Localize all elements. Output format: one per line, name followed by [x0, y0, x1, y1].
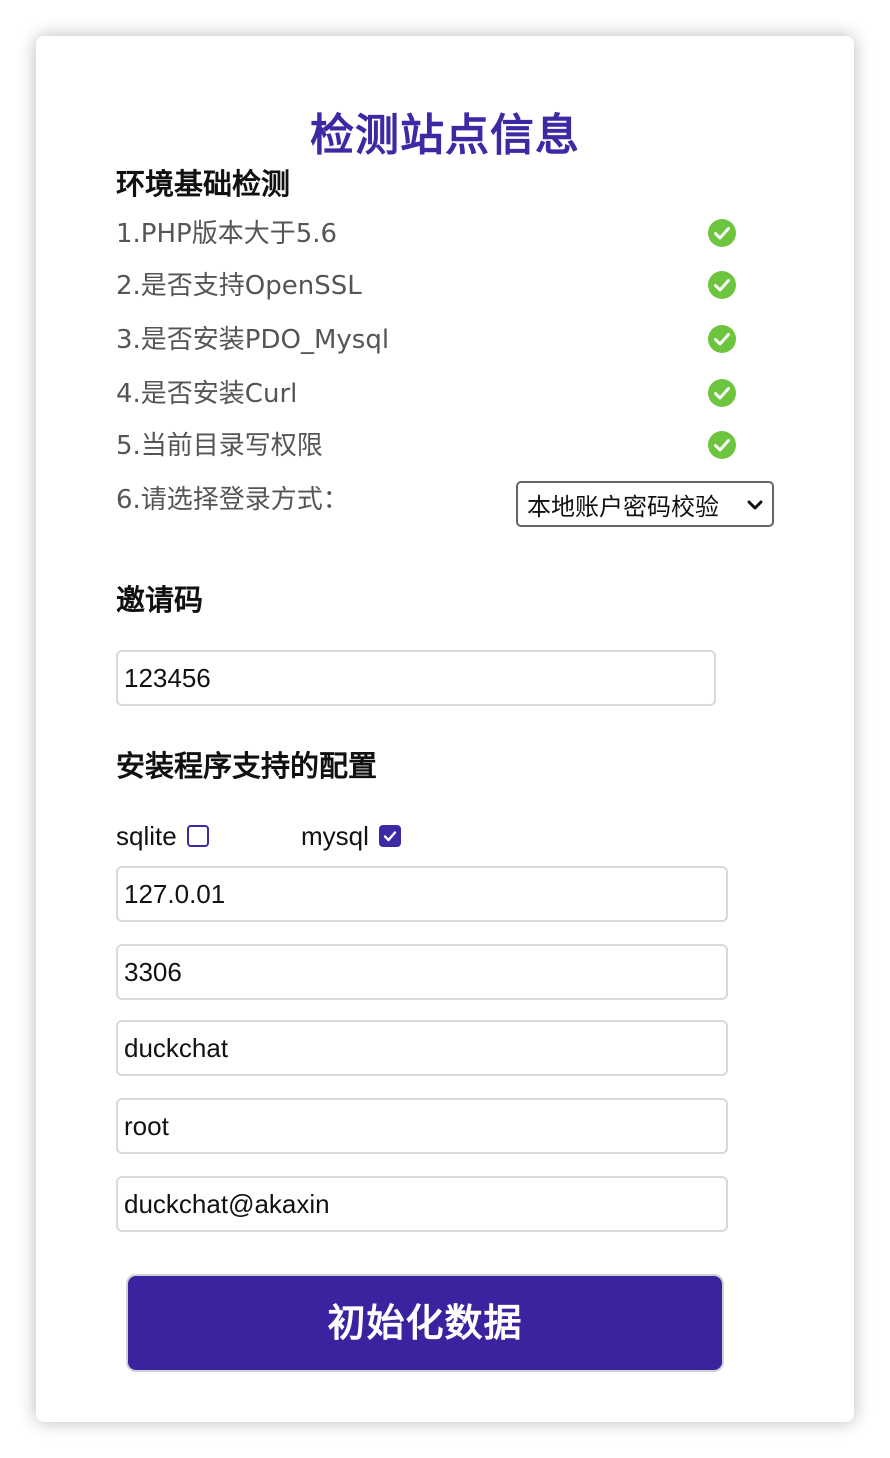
invite-code-input[interactable] [116, 650, 716, 706]
checkmark-icon [383, 831, 397, 842]
db-password-input[interactable] [116, 1176, 728, 1232]
login-method-selected-value: 本地账户密码校验 [527, 492, 719, 521]
db-option-label: mysql [301, 821, 369, 851]
env-check-heading: 环境基础检测 [116, 167, 291, 201]
env-check-row: 4.是否安装Curl [116, 374, 736, 414]
login-method-select[interactable]: 本地账户密码校验 [516, 481, 774, 527]
db-user-input[interactable] [116, 1098, 728, 1154]
env-check-row: 5.当前目录写权限 [116, 426, 736, 466]
db-host-input[interactable] [116, 866, 728, 922]
db-config-heading: 安装程序支持的配置 [116, 749, 378, 783]
env-check-label: 4.是否安装Curl [116, 379, 298, 409]
install-card: 检测站点信息 环境基础检测 1.PHP版本大于5.6 2.是否支持OpenSSL… [36, 36, 854, 1422]
env-check-label: 5.当前目录写权限 [116, 431, 323, 461]
env-check-row: 1.PHP版本大于5.6 [116, 214, 736, 254]
check-circle-icon [708, 325, 736, 353]
check-circle-icon [708, 271, 736, 299]
env-check-label: 1.PHP版本大于5.6 [116, 219, 338, 249]
init-data-button[interactable]: 初始化数据 [126, 1274, 724, 1372]
check-circle-icon [708, 431, 736, 459]
db-option-mysql[interactable]: mysql [301, 818, 401, 854]
check-circle-icon [708, 379, 736, 407]
sqlite-checkbox[interactable] [186, 825, 209, 847]
check-circle-icon [708, 219, 736, 247]
env-check-row: 3.是否安装PDO_Mysql [116, 320, 736, 360]
mysql-checkbox[interactable] [378, 825, 401, 847]
env-check-label: 2.是否支持OpenSSL [116, 271, 362, 301]
db-port-input[interactable] [116, 944, 728, 1000]
page-title: 检测站点信息 [310, 110, 580, 161]
invite-code-heading: 邀请码 [116, 583, 204, 617]
env-check-row: 2.是否支持OpenSSL [116, 266, 736, 306]
db-option-label: sqlite [116, 821, 177, 851]
chevron-down-icon [747, 500, 763, 510]
db-name-input[interactable] [116, 1020, 728, 1076]
env-check-label: 3.是否安装PDO_Mysql [116, 325, 390, 355]
db-option-sqlite[interactable]: sqlite [116, 818, 209, 854]
login-method-label: 6.请选择登录方式： [116, 485, 349, 515]
